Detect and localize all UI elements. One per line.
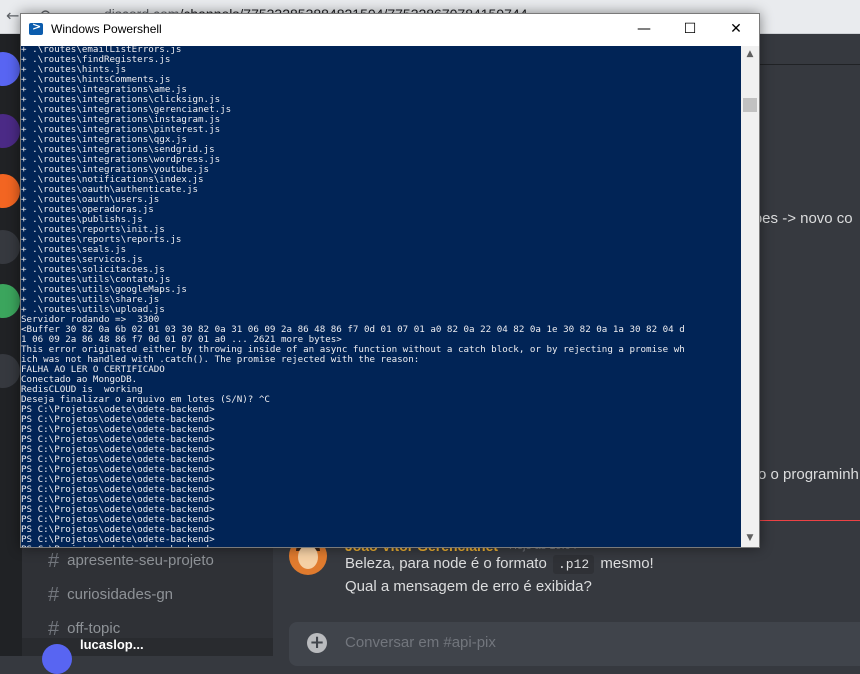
console-output[interactable]: + .\routes\emailListErrors.js + .\routes… [21,46,741,547]
maximize-button[interactable]: ☐ [667,14,713,44]
channel-label: off-topic [67,620,121,637]
avatar-face [298,545,318,569]
message-fragment: o o programinh [758,466,859,483]
scroll-thumb[interactable] [743,98,757,112]
hash-icon: # [48,618,60,640]
channel-label: curiosidades-gn [67,586,174,603]
minimize-button[interactable]: — [621,14,667,44]
console-scrollbar[interactable]: ▲ ▼ [741,46,759,547]
new-messages-divider [753,520,860,521]
server-icon[interactable] [0,174,20,208]
close-button[interactable]: ✕ [713,14,759,44]
discord-home-icon[interactable] [0,52,20,86]
window-title: Windows Powershell [51,22,162,36]
channel-item-apresente-seu-projeto[interactable]: # apresente-seu-projeto [48,550,214,573]
channel-item-curiosidades-gn[interactable]: # curiosidades-gn [48,584,173,607]
powershell-icon [29,20,43,35]
scroll-up-arrow-icon[interactable]: ▲ [741,46,759,63]
back-icon[interactable]: ← [6,6,19,25]
message-text: Beleza, para node é o formato .p12 mesmo… [345,555,654,574]
hash-icon: # [48,550,60,572]
explore-icon[interactable] [0,284,20,318]
user-panel: lucaslop... [22,637,273,674]
hash-icon: # [48,584,60,606]
scroll-down-arrow-icon[interactable]: ▼ [741,530,759,547]
inline-code: .p12 [552,555,595,574]
message-text-part: Beleza, para node é o formato [345,555,547,572]
avatar[interactable] [42,644,72,674]
message-text: Qual a mensagem de erro é exibida? [345,578,592,595]
message-text-part: mesmo! [600,555,654,572]
console-line: PS C:\Projetos\odete\odete-backend> [21,544,215,548]
message-input-placeholder: Conversar em #api-pix [345,634,496,651]
download-icon[interactable] [0,354,20,388]
channel-label: apresente-seu-projeto [67,552,214,569]
server-rail [0,34,22,656]
powershell-window[interactable]: Windows Powershell — ☐ ✕ + .\routes\emai… [20,13,760,548]
add-server-icon[interactable] [0,230,20,264]
add-attachment-icon[interactable]: + [307,633,327,653]
server-icon[interactable] [0,114,20,148]
console-text: + .\routes\emailListErrors.js + .\routes… [21,46,685,547]
user-name: lucaslop... [80,637,144,652]
message-input[interactable]: + Conversar em #api-pix [289,622,860,666]
window-titlebar[interactable]: Windows Powershell — ☐ ✕ [21,14,759,46]
